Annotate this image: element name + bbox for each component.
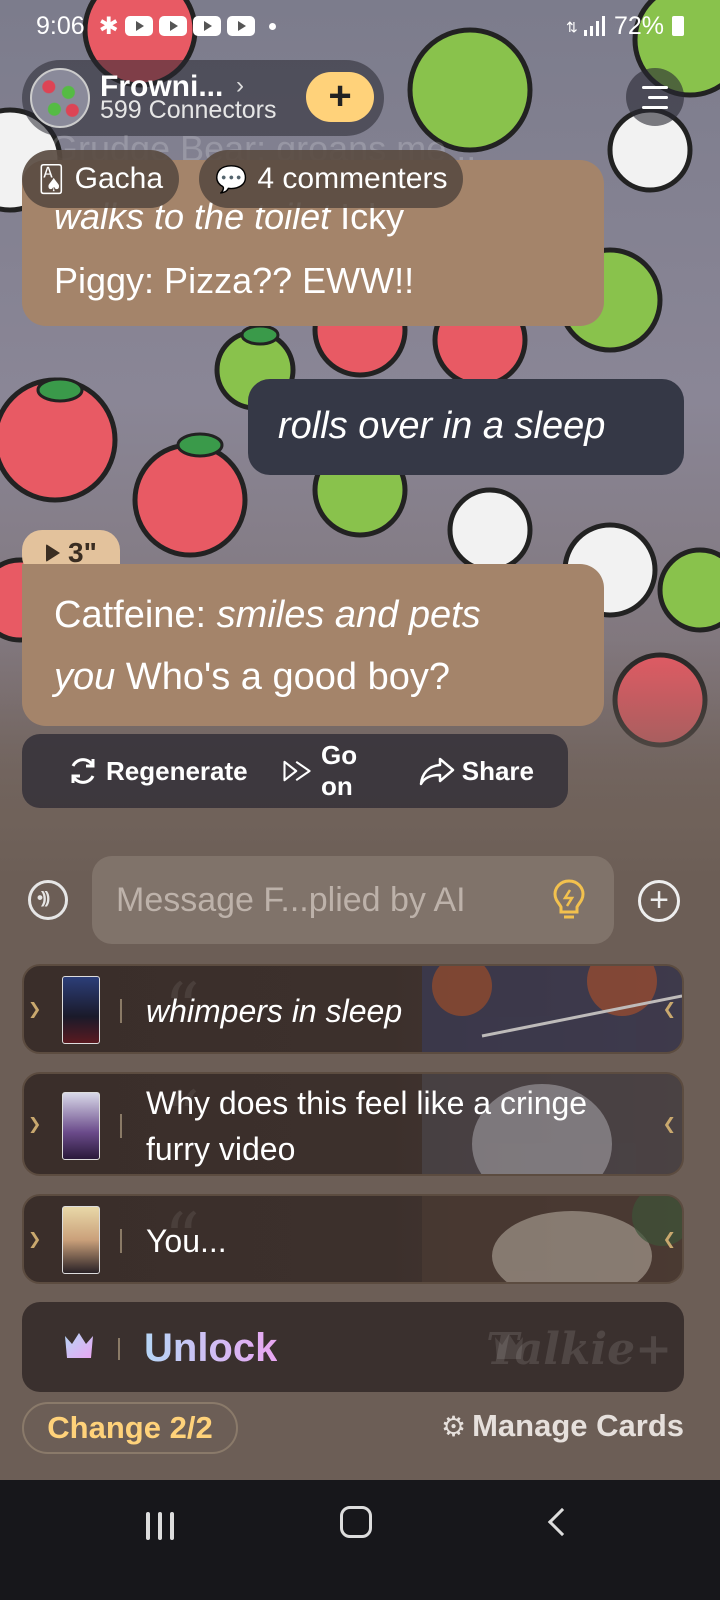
- gear-icon: ⚙: [440, 1410, 467, 1442]
- play-icon: [46, 544, 60, 562]
- suggestion-text: Why does this feel like a cringe furry v…: [146, 1085, 588, 1167]
- message-line: you Who's a good boy?: [54, 656, 450, 699]
- menu-button[interactable]: [626, 68, 684, 126]
- go-on-button[interactable]: Go on: [282, 740, 384, 802]
- share-button[interactable]: Share: [418, 756, 534, 787]
- battery-icon: [672, 16, 684, 36]
- youtube-icon: [124, 16, 153, 36]
- speaker-name: Catfeine:: [54, 594, 217, 636]
- regenerate-button[interactable]: Regenerate: [66, 754, 248, 788]
- svg-text:⇅: ⇅: [566, 19, 578, 35]
- commenters-label: 4 commenters: [257, 162, 448, 195]
- status-right: ⇅ 72%: [566, 12, 684, 41]
- bot-avatar[interactable]: [30, 68, 90, 128]
- crown-icon: [65, 1333, 93, 1358]
- youtube-icon: [158, 16, 187, 36]
- share-label: Share: [461, 755, 534, 786]
- youtube-icon: [192, 16, 221, 36]
- back-button[interactable]: [547, 1507, 577, 1537]
- chevron-right-icon: ❮: [662, 1001, 676, 1018]
- message-input[interactable]: [92, 856, 614, 944]
- system-nav-bar: [0, 1480, 720, 1600]
- commenters-chip[interactable]: 💬 4 commenters: [199, 150, 464, 208]
- status-bar: 9:06 ✱ ⇅ 72%: [0, 0, 720, 52]
- gacha-chip[interactable]: 🂡 Gacha: [22, 150, 179, 208]
- user-message[interactable]: rolls over in a sleep: [248, 379, 684, 475]
- card-background-art: [422, 966, 682, 1052]
- menu-line: [642, 106, 668, 109]
- regenerate-label: Regenerate: [106, 755, 248, 786]
- manage-cards-label: Manage Cards: [472, 1408, 684, 1443]
- dot-icon: [268, 22, 276, 30]
- character-thumbnail: [62, 1206, 100, 1274]
- cards-icon: 🂡: [38, 163, 65, 194]
- chevron-left-icon: ❯: [28, 1231, 42, 1248]
- card-background-art: [422, 1196, 682, 1282]
- recent-bar: [146, 1512, 150, 1540]
- suggestion-card[interactable]: ❯ ❮ “ You...: [22, 1194, 684, 1284]
- card-divider: [118, 1338, 120, 1360]
- battery-percent: 72%: [613, 11, 664, 40]
- message-line: Catfeine: smiles and pets: [54, 594, 481, 637]
- menu-line: [648, 96, 668, 99]
- lightbulb-icon[interactable]: [552, 878, 586, 922]
- unlock-button[interactable]: Unlock Talkie+: [22, 1302, 684, 1392]
- chat-chips: 🂡 Gacha 💬 4 commenters: [22, 150, 464, 208]
- message-text: Who's a good boy?: [115, 656, 450, 698]
- chevron-left-icon: ❯: [28, 1001, 42, 1018]
- fast-forward-icon: [283, 760, 311, 782]
- message-text: rolls over in a sleep: [278, 405, 606, 447]
- character-thumbnail: [62, 1092, 100, 1160]
- comments-icon: 💬: [215, 163, 248, 194]
- unlock-label: Unlock: [144, 1326, 278, 1370]
- chevron-right-icon: ❮: [662, 1231, 676, 1248]
- add-attachment-button[interactable]: +: [638, 880, 680, 922]
- card-divider: [120, 999, 122, 1023]
- action-text: smiles and pets: [216, 594, 481, 636]
- signal-icon: ⇅: [566, 16, 605, 36]
- voice-call-button[interactable]: [28, 880, 68, 920]
- suggestion-text: whimpers in sleep: [146, 993, 403, 1029]
- connectors-count: 599 Connectors: [100, 96, 277, 124]
- suggestion-card[interactable]: ❯ ❮ “ Why does this feel like a cringe f…: [22, 1072, 684, 1176]
- suggestion-text: You...: [146, 1223, 227, 1259]
- recent-bar: [170, 1512, 174, 1540]
- suggestion-card[interactable]: ❯ ❮ “ whimpers in sleep: [22, 964, 684, 1054]
- message-actions: Regenerate Go on Share: [22, 734, 568, 808]
- gacha-label: Gacha: [74, 162, 163, 195]
- menu-line: [642, 86, 668, 89]
- share-icon: [419, 757, 454, 786]
- notification-icons: ✱: [99, 12, 276, 41]
- status-time: 9:06: [36, 11, 85, 40]
- home-button[interactable]: [340, 1506, 372, 1538]
- character-thumbnail: [62, 976, 100, 1044]
- gear-icon: ✱: [98, 12, 119, 40]
- add-button[interactable]: +: [306, 72, 374, 122]
- message-text: Piggy: Pizza?? EWW!!: [54, 260, 415, 301]
- manage-cards-button[interactable]: ⚙ Manage Cards: [441, 1408, 684, 1444]
- youtube-icon: [226, 16, 255, 36]
- recent-bar: [158, 1512, 162, 1540]
- bot-message[interactable]: Catfeine: smiles and pets you Who's a go…: [22, 564, 604, 726]
- chevron-left-icon: ❯: [28, 1116, 42, 1133]
- action-text: you: [54, 656, 116, 698]
- card-divider: [120, 1114, 122, 1138]
- card-divider: [120, 1229, 122, 1253]
- recent-apps-button[interactable]: [146, 1510, 176, 1540]
- chevron-right-icon: ❮: [662, 1116, 676, 1133]
- talkie-plus-logo: Talkie+: [486, 1324, 672, 1375]
- go-on-label: Go on: [321, 740, 358, 801]
- refresh-icon: [71, 758, 95, 784]
- change-button[interactable]: Change 2/2: [22, 1402, 238, 1454]
